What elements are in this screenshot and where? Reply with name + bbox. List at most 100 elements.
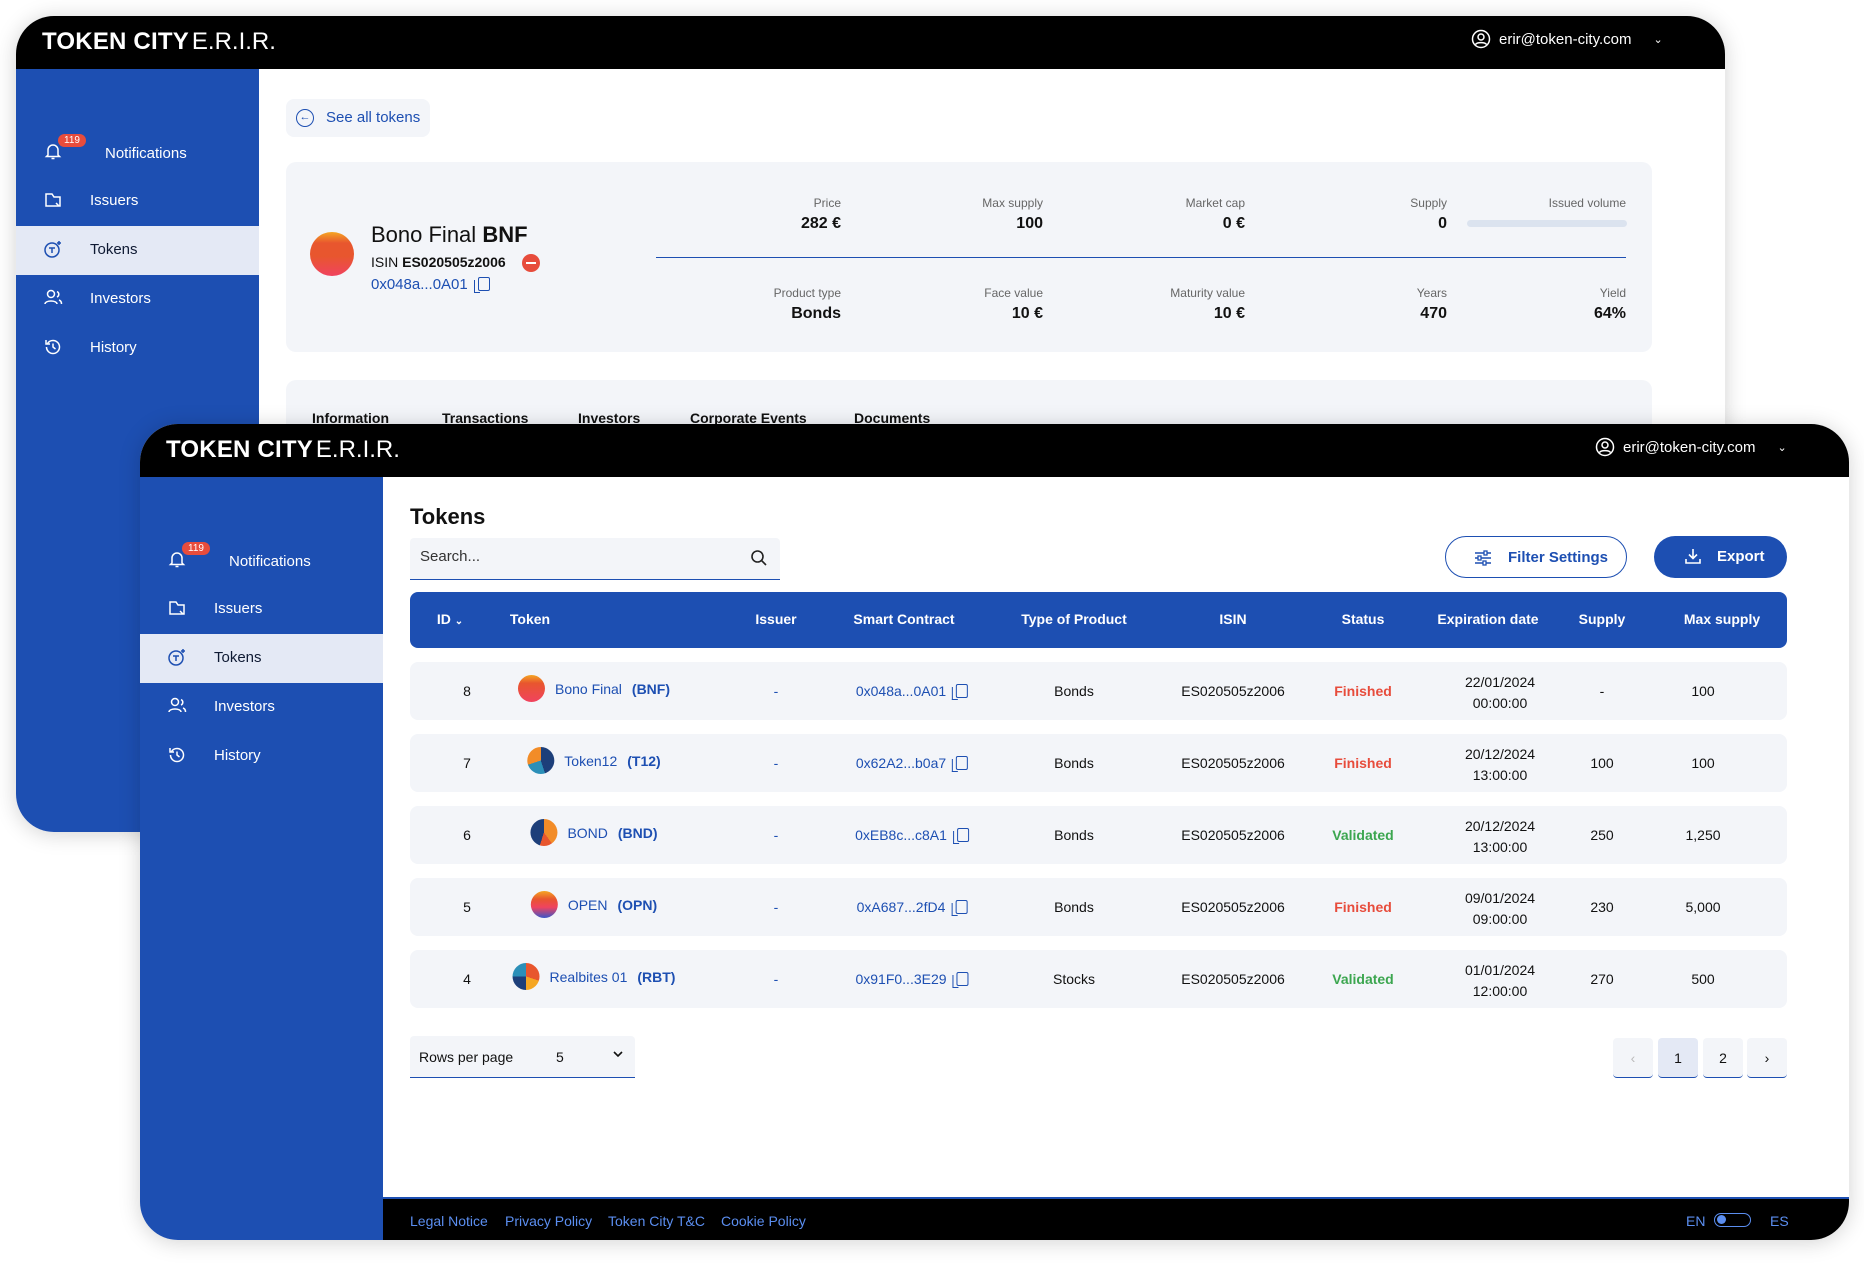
arrow-left-icon: ← (296, 109, 314, 127)
sidebar-item-history[interactable]: History (140, 732, 383, 781)
user-menu[interactable]: erir@token-city.com ⌄ (1471, 29, 1663, 49)
token-logo (517, 675, 545, 702)
language-en[interactable]: EN (1686, 1213, 1705, 1229)
chevron-down-icon: ⌄ (454, 616, 464, 627)
history-icon (169, 747, 185, 763)
column-header-smart-contract[interactable]: Smart Contract (853, 611, 954, 627)
cell-smart-contract[interactable]: 0x048a...0A01 (856, 683, 969, 700)
cell-type: Stocks (1052, 971, 1096, 987)
see-all-tokens-button[interactable]: ← See all tokens (286, 99, 431, 137)
footer-link-legal-notice[interactable]: Legal Notice (410, 1213, 488, 1229)
investors-icon (168, 697, 187, 713)
filter-settings-button[interactable]: Filter Settings (1445, 536, 1627, 578)
footer-link-privacy-policy[interactable]: Privacy Policy (505, 1213, 592, 1229)
column-header-id[interactable]: ID ⌄ (437, 611, 463, 627)
table-row[interactable]: 8 Bono Final (BNF) - 0x048a...0A01 Bonds … (410, 662, 1787, 720)
cell-smart-contract[interactable]: 0xA687...2fD4 (857, 899, 968, 916)
copy-icon[interactable] (952, 756, 969, 772)
cell-max-supply: 100 (1691, 755, 1715, 771)
language-toggle[interactable] (1714, 1213, 1751, 1227)
chevron-down-icon (613, 1051, 623, 1058)
cell-smart-contract[interactable]: 0x62A2...b0a7 (856, 755, 969, 772)
cell-max-supply: 500 (1691, 971, 1715, 987)
cell-token[interactable]: OPEN (OPN) (530, 891, 657, 918)
cell-smart-contract[interactable]: 0x91F0...3E29 (855, 971, 969, 988)
column-header-issuer[interactable]: Issuer (755, 611, 796, 627)
column-header-expiration-date[interactable]: Expiration date (1437, 611, 1538, 627)
export-button[interactable]: Export (1654, 536, 1787, 578)
search-icon[interactable] (750, 549, 768, 567)
tokens-icon (168, 649, 185, 666)
cell-token[interactable]: Bono Final (BNF) (517, 675, 670, 702)
table-row[interactable]: 5 OPEN (OPN) - 0xA687...2fD4 Bonds ES0205… (410, 878, 1787, 936)
sidebar: 119 Notifications Issuers Tokens Investo… (140, 477, 383, 1240)
column-header-type-of-product[interactable]: Type of Product (1021, 611, 1127, 627)
search-box (410, 538, 780, 580)
cell-issuer[interactable]: - (774, 971, 779, 987)
sidebar-item-investors[interactable]: Investors (16, 275, 259, 324)
status-badge: Validated (1332, 827, 1394, 843)
copy-icon[interactable] (952, 828, 969, 844)
page-1-button[interactable]: 1 (1658, 1038, 1698, 1078)
sidebar-item-notifications[interactable]: 119 Notifications (140, 536, 383, 585)
sidebar-item-investors[interactable]: Investors (140, 683, 383, 732)
search-input[interactable] (420, 548, 720, 565)
cell-id: 7 (463, 755, 471, 771)
download-icon (1685, 549, 1701, 564)
cell-smart-contract[interactable]: 0xEB8c...c8A1 (855, 827, 969, 844)
sidebar-item-issuers[interactable]: Issuers (140, 585, 383, 634)
user-menu[interactable]: erir@token-city.com ⌄ (1595, 437, 1787, 457)
column-header-isin[interactable]: ISIN (1219, 611, 1246, 627)
sidebar-item-tokens[interactable]: Tokens (140, 634, 383, 683)
page-2-button[interactable]: 2 (1703, 1038, 1743, 1078)
column-header-status[interactable]: Status (1342, 611, 1385, 627)
token-isin: ISIN ES020505z2006 (371, 254, 506, 270)
sliders-icon (1475, 550, 1491, 566)
copy-icon[interactable] (473, 277, 490, 293)
token-logo (310, 232, 354, 276)
user-email: erir@token-city.com (1499, 30, 1632, 48)
column-header-supply[interactable]: Supply (1579, 611, 1626, 627)
prev-page-button[interactable]: ‹ (1613, 1038, 1653, 1078)
user-icon (1595, 437, 1615, 457)
cell-token[interactable]: Realbites 01 (RBT) (512, 963, 675, 990)
issuers-icon (45, 193, 61, 207)
cell-issuer[interactable]: - (774, 899, 779, 915)
metric-product-type: Product type Bonds (773, 286, 841, 322)
rows-per-page-select[interactable]: Rows per page 5 (410, 1036, 635, 1078)
cell-isin: ES020505z2006 (1181, 755, 1285, 771)
sidebar-item-issuers[interactable]: Issuers (16, 177, 259, 226)
remove-icon[interactable] (522, 254, 540, 272)
cell-token[interactable]: BOND (BND) (530, 819, 658, 846)
history-icon (45, 339, 61, 355)
footer-link-terms[interactable]: Token City T&C (608, 1213, 705, 1229)
cell-supply: 250 (1590, 827, 1614, 843)
notification-badge: 119 (58, 134, 86, 147)
notification-badge: 119 (182, 542, 210, 555)
cell-issuer[interactable]: - (774, 755, 779, 771)
table-row[interactable]: 4 Realbites 01 (RBT) - 0x91F0...3E29 Stoc… (410, 950, 1787, 1008)
cell-token[interactable]: Token12 (T12) (527, 747, 661, 774)
next-page-button[interactable]: › (1747, 1038, 1787, 1078)
table-row[interactable]: 6 BOND (BND) - 0xEB8c...c8A1 Bonds ES0205… (410, 806, 1787, 864)
token-logo (512, 963, 540, 990)
column-header-max-supply[interactable]: Max supply (1684, 611, 1760, 627)
cell-expiration: 20/12/2024 13:00:00 (1464, 746, 1536, 783)
language-es[interactable]: ES (1770, 1213, 1789, 1229)
column-header-token[interactable]: Token (510, 611, 550, 627)
cell-issuer[interactable]: - (774, 827, 779, 843)
footer-link-cookie-policy[interactable]: Cookie Policy (721, 1213, 806, 1229)
copy-icon[interactable] (952, 684, 969, 700)
copy-icon[interactable] (951, 900, 968, 916)
sidebar-item-tokens[interactable]: Tokens (16, 226, 259, 275)
token-address[interactable]: 0x048a...0A01 (371, 276, 490, 293)
cell-id: 5 (463, 899, 471, 915)
token-logo (527, 747, 555, 774)
sidebar-item-notifications[interactable]: 119 Notifications (16, 128, 259, 177)
sidebar-item-history[interactable]: History (16, 324, 259, 373)
copy-icon[interactable] (952, 972, 969, 988)
user-email: erir@token-city.com (1623, 438, 1756, 456)
issued-volume-bar (1467, 220, 1627, 227)
cell-issuer[interactable]: - (774, 683, 779, 699)
table-row[interactable]: 7 Token12 (T12) - 0x62A2...b0a7 Bonds ES0… (410, 734, 1787, 792)
